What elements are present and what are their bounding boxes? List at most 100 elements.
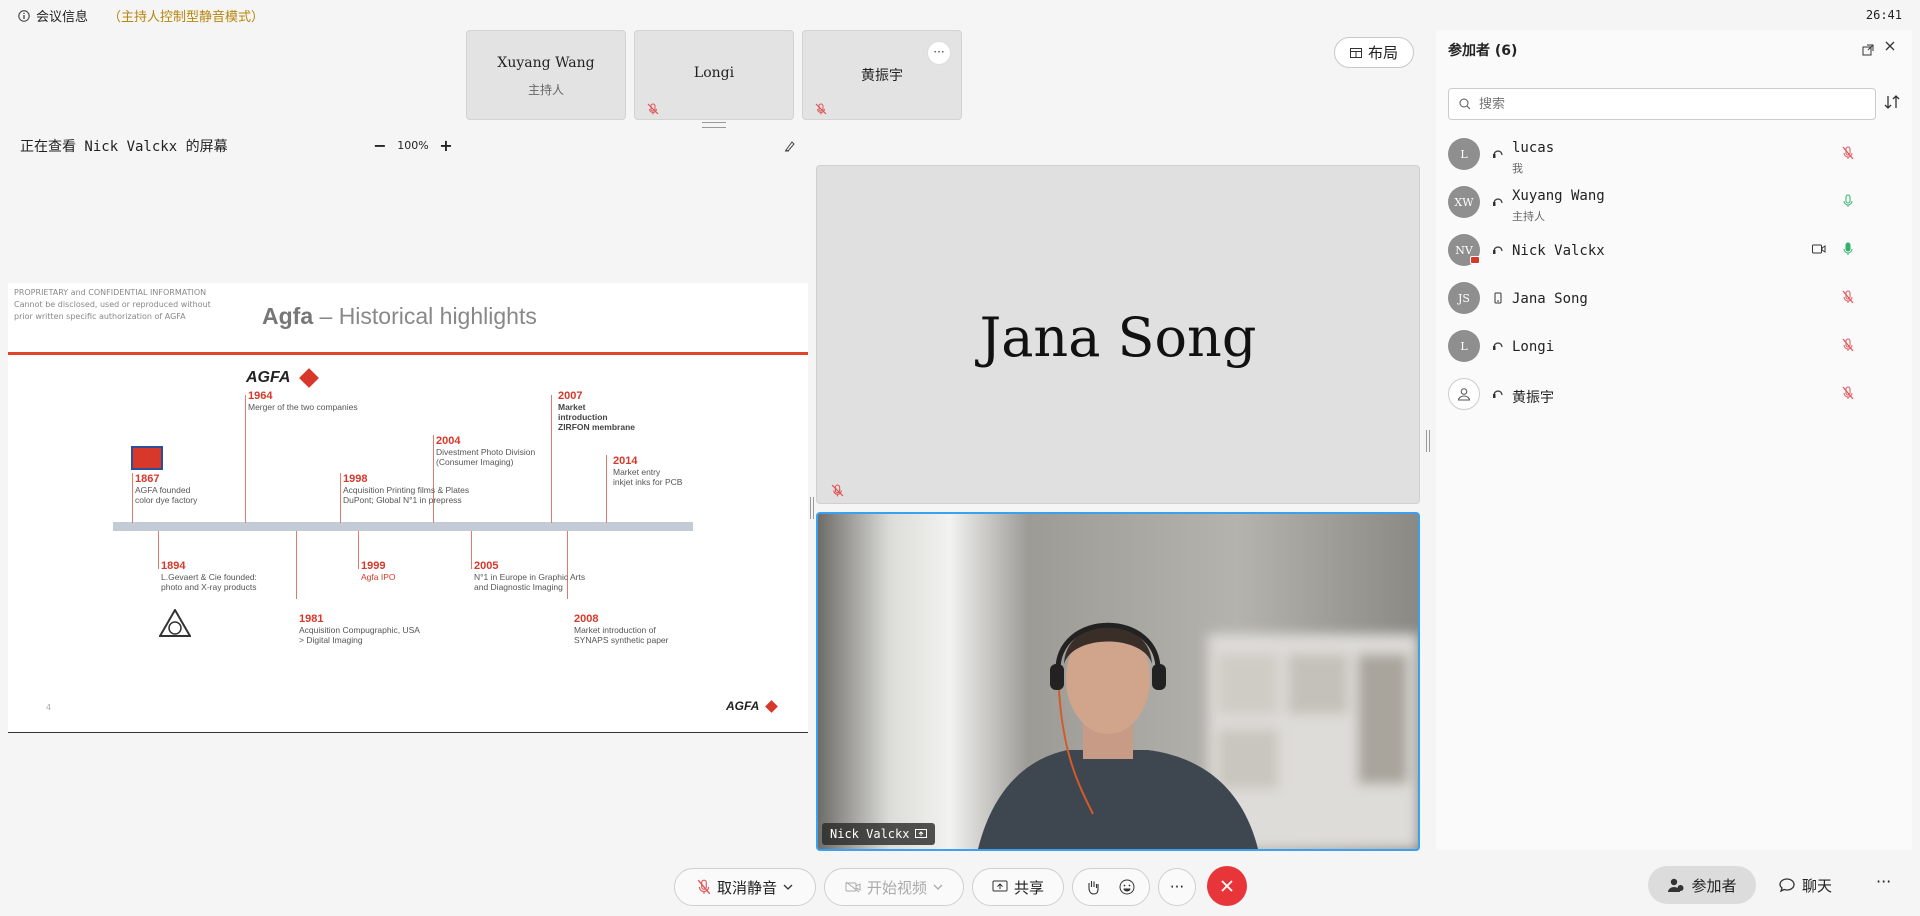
layout-label: 布局 [1367,44,1398,62]
share-label: 共享 [1013,878,1044,897]
meeting-info-label: 会议信息 [36,10,89,25]
participant-name-large: Jana Song [979,306,1257,369]
search-input[interactable] [1479,96,1859,112]
participant-row-jana-song[interactable]: JS Jana Song [1446,276,1902,322]
participant-name: 黄振宇 [1512,390,1554,406]
shared-screen[interactable]: PROPRIETARY and CONFIDENTIAL INFORMATION… [8,283,808,733]
chevron-down-icon[interactable] [933,884,943,890]
search-icon [1459,98,1471,110]
avatar: XW [1448,186,1480,218]
mute-mode-label: （主持人控制型静音模式） [108,10,265,25]
meeting-timer: 26:41 [1865,8,1902,22]
popout-icon[interactable] [1862,44,1874,56]
camera-icon[interactable] [1812,244,1826,254]
chevron-down-icon[interactable] [783,884,793,890]
participant-name: lucas [1512,140,1555,156]
camera-video-feed [818,514,1418,849]
slide-title: Agfa – Historical highlights [262,303,537,329]
zoom-out-button[interactable]: − [366,136,394,155]
participant-row-lucas[interactable]: L lucas 我 [1446,132,1902,178]
mic-muted-icon[interactable] [1842,146,1854,160]
thumb-name: Longi [693,65,735,81]
participant-row-nick-valckx[interactable]: NV Nick Valckx [1446,228,1902,274]
timeline-event: 2004 Divestment Photo Division (Consumer … [436,435,536,467]
mic-muted-icon [815,103,827,115]
mic-muted-icon [831,484,844,497]
mic-muted-icon [697,879,711,895]
viewing-screen-label: 正在查看 Nick Valckx 的屏幕 [20,139,228,155]
user-icon [1457,388,1471,401]
participant-row-longi[interactable]: L Longi [1446,324,1902,370]
chat-button[interactable]: 聊天 [1778,866,1832,904]
gevaert-logo [159,609,191,637]
timeline-event: 1999 Agfa IPO [361,560,396,582]
participant-name: Nick Valckx [1512,243,1605,259]
more-options-button[interactable]: ··· [1158,868,1196,906]
content-splitter[interactable] [810,497,814,519]
thumb-strip-resize-handle[interactable] [702,122,726,128]
thumb-huang-zhenyu[interactable]: 黄振宇 ··· [802,30,962,120]
participant-name: Jana Song [1512,291,1588,307]
video-off-icon [845,881,861,893]
meeting-info[interactable]: 会议信息 （主持人控制型静音模式） [18,6,264,25]
timeline-event: 1894 L.Gevaert & Cie founded: photo and X… [161,560,257,592]
participants-label: 参加者 [1691,876,1737,895]
audio-connection-icon [1492,148,1504,160]
audio-connection-icon [1492,340,1504,352]
screen-share-icon [915,829,928,838]
zoom-in-button[interactable]: + [432,136,460,155]
timeline-event: 2007 Market introduction ZIRFON membrane [558,390,635,432]
timeline-event: 2014 Market entry inkjet inks for PCB [613,455,683,487]
participant-search-box[interactable] [1448,88,1876,120]
mic-speaking-icon[interactable] [1842,242,1854,256]
mic-on-icon[interactable] [1842,194,1854,208]
zoom-level: 100% [397,139,429,152]
layout-button[interactable]: 布局 [1334,37,1414,68]
sort-icon[interactable] [1884,94,1900,110]
participants-button[interactable]: 参加者 [1648,866,1756,904]
unmute-label: 取消静音 [716,878,777,897]
timeline-bar [113,522,693,531]
annotate-icon[interactable] [784,140,796,152]
share-button[interactable]: 共享 [972,868,1064,906]
participant-row-huang-zhenyu[interactable]: 黄振宇 [1446,372,1902,418]
leave-meeting-button[interactable] [1207,866,1247,906]
agfa-logo: AGFA [246,368,320,388]
thumb-xuyang-wang[interactable]: Xuyang Wang 主持人 [466,30,626,120]
chat-icon [1779,878,1795,893]
mic-muted-icon[interactable] [1842,290,1854,304]
close-icon[interactable] [1884,40,1896,52]
participant-role: 主持人 [1512,210,1545,223]
start-video-button[interactable]: 开始视频 [824,868,964,906]
participants-icon [1668,878,1684,892]
mic-muted-icon[interactable] [1842,338,1854,352]
audio-connection-icon [1492,244,1504,256]
zoom-controls: − 100% + [366,136,460,155]
agfa-footer-logo: AGFA [726,699,779,713]
slide-title-divider [8,352,808,355]
video-tile-jana-song[interactable]: Jana Song [816,165,1420,504]
panel-splitter[interactable] [1426,430,1430,452]
timeline-event: 1998 Acquisition Printing films & Plates … [343,473,470,505]
mic-muted-icon[interactable] [1842,386,1854,400]
slide-confidential-notice: PROPRIETARY and CONFIDENTIAL INFORMATION… [14,288,211,321]
reactions-group [1072,868,1150,906]
timeline-event: 1981 Acquisition Compugraphic, USA > Digi… [299,613,420,645]
participant-name: Xuyang Wang [1512,188,1605,204]
thumb-name: 黄振宇 [861,68,903,84]
participants-panel-title: 参加者 (6) [1448,43,1518,59]
timeline-event: 2008 Market introduction of SYNAPS synthe… [574,613,669,645]
thumb-longi[interactable]: Longi [634,30,794,120]
more-menu-button[interactable]: ··· [1876,872,1891,891]
raise-hand-icon[interactable] [1086,879,1100,895]
phone-icon [1492,292,1504,304]
timeline-event: 2005 N°1 in Europe in Graphic Arts and Di… [474,560,586,592]
thumb-name: Xuyang Wang [497,55,595,71]
agfa-1867-logo [131,446,163,470]
thumb-more-button[interactable]: ··· [927,41,951,65]
emoji-reaction-icon[interactable] [1118,878,1136,896]
unmute-button[interactable]: 取消静音 [674,868,816,906]
participant-row-xuyang-wang[interactable]: XW Xuyang Wang 主持人 [1446,180,1902,226]
video-tile-nick-valckx[interactable]: Nick Valckx [816,512,1420,851]
chat-label: 聊天 [1802,876,1833,895]
